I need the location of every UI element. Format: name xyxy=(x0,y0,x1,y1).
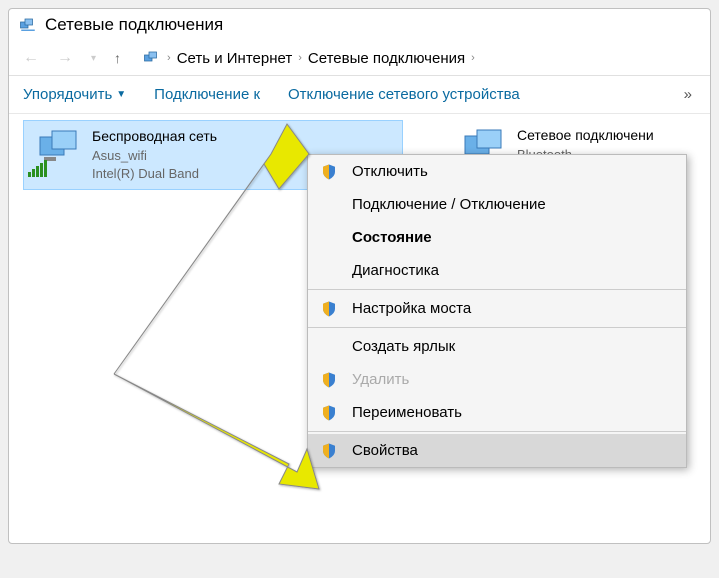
up-button[interactable]: ↑ xyxy=(110,46,125,70)
menu-item-diagnose[interactable]: Диагностика xyxy=(308,254,686,287)
shield-icon xyxy=(320,163,338,181)
navigation-bar: ← → ▾ ↑ › Сеть и Интернет › Сетевые подк… xyxy=(9,41,710,76)
forward-button[interactable]: → xyxy=(53,45,77,71)
menu-separator xyxy=(308,431,686,432)
connect-to-button[interactable]: Подключение к xyxy=(154,86,260,103)
window-title: Сетевые подключения xyxy=(45,15,223,35)
adapter-status: Asus_wifi xyxy=(92,147,217,165)
breadcrumb-item[interactable]: Сетевые подключения xyxy=(308,50,465,67)
network-folder-icon xyxy=(143,49,161,67)
adapter-name: Беспроводная сеть xyxy=(92,127,217,147)
shield-icon xyxy=(320,404,338,422)
organize-menu[interactable]: Упорядочить ▼ xyxy=(23,86,126,103)
menu-item-rename[interactable]: Переименовать xyxy=(308,396,686,429)
adapter-name: Сетевое подключени xyxy=(517,126,654,146)
context-menu: Отключить Подключение / Отключение Состо… xyxy=(307,154,687,468)
menu-item-properties[interactable]: Свойства xyxy=(308,434,686,467)
shield-icon xyxy=(320,371,338,389)
overflow-button[interactable]: » xyxy=(684,86,692,103)
network-folder-icon xyxy=(19,16,37,34)
chevron-right-icon: › xyxy=(471,52,475,64)
shield-icon xyxy=(320,442,338,460)
menu-separator xyxy=(308,327,686,328)
signal-strength-icon xyxy=(28,160,47,177)
adapter-device: Intel(R) Dual Band xyxy=(92,165,217,183)
shield-icon xyxy=(320,300,338,318)
breadcrumb-item[interactable]: Сеть и Интернет xyxy=(177,50,293,67)
chevron-right-icon: › xyxy=(167,52,171,64)
chevron-down-icon: ▼ xyxy=(116,89,126,100)
menu-item-bridge[interactable]: Настройка моста xyxy=(308,292,686,325)
menu-item-delete: Удалить xyxy=(308,363,686,396)
back-button[interactable]: ← xyxy=(19,45,43,71)
wifi-adapter-icon xyxy=(34,127,82,175)
breadcrumb[interactable]: › Сеть и Интернет › Сетевые подключения … xyxy=(135,45,700,71)
menu-separator xyxy=(308,289,686,290)
network-connections-window: Сетевые подключения ← → ▾ ↑ › Сеть и Инт… xyxy=(8,8,711,544)
adapter-list: Беспроводная сеть Asus_wifi Intel(R) Dua… xyxy=(9,114,710,504)
command-bar: Упорядочить ▼ Подключение к Отключение с… xyxy=(9,76,710,114)
menu-item-status[interactable]: Состояние xyxy=(308,221,686,254)
chevron-right-icon: › xyxy=(298,52,302,64)
menu-item-connect-disconnect[interactable]: Подключение / Отключение xyxy=(308,188,686,221)
titlebar: Сетевые подключения xyxy=(9,9,710,41)
history-dropdown[interactable]: ▾ xyxy=(87,49,100,68)
menu-item-create-shortcut[interactable]: Создать ярлык xyxy=(308,330,686,363)
disable-device-button[interactable]: Отключение сетевого устройства xyxy=(288,86,520,103)
menu-item-disconnect[interactable]: Отключить xyxy=(308,155,686,188)
